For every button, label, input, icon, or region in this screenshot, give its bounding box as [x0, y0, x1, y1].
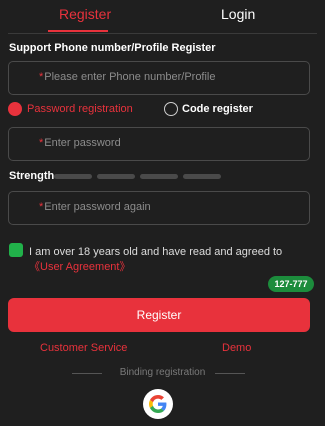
customer-service-link[interactable]: Customer Service — [40, 342, 127, 354]
code-register-label[interactable]: Code register — [182, 103, 253, 115]
tab-register[interactable]: Register — [59, 6, 111, 22]
strength-bar — [97, 174, 135, 179]
divider-line — [215, 373, 245, 374]
agreement-checkbox[interactable] — [9, 243, 23, 257]
required-star: * — [39, 201, 44, 213]
strength-bar — [54, 174, 92, 179]
password-input[interactable]: *Enter password — [8, 127, 310, 161]
password-again-placeholder: *Enter password again — [39, 201, 151, 213]
google-icon — [149, 395, 167, 413]
section-label: Support Phone number/Profile Register — [9, 42, 216, 54]
user-agreement-link[interactable]: 《User Agreement》 — [29, 261, 130, 273]
password-placeholder: *Enter password — [39, 137, 121, 149]
google-login-button[interactable] — [143, 389, 173, 419]
promo-badge[interactable]: 127-777 — [268, 276, 314, 292]
demo-link[interactable]: Demo — [222, 342, 251, 354]
tabs-divider — [8, 33, 317, 34]
required-star: * — [39, 137, 44, 149]
binding-registration-label: Binding registration — [119, 367, 206, 378]
phone-placeholder: *Please enter Phone number/Profile — [39, 71, 216, 83]
phone-input[interactable]: *Please enter Phone number/Profile — [8, 61, 310, 95]
strength-bar — [140, 174, 178, 179]
password-registration-label[interactable]: Password registration — [27, 103, 133, 115]
active-tab-indicator — [48, 30, 108, 32]
tab-login[interactable]: Login — [221, 6, 255, 22]
code-register-radio[interactable] — [164, 102, 178, 116]
register-button[interactable]: Register — [8, 298, 310, 332]
strength-bar — [183, 174, 221, 179]
auth-tabs: Register Login — [0, 0, 325, 34]
password-again-input[interactable]: *Enter password again — [8, 191, 310, 225]
registration-mode: Password registration Code register — [8, 102, 318, 120]
required-star: * — [39, 71, 44, 83]
password-registration-radio[interactable] — [8, 102, 22, 116]
agreement-text: I am over 18 years old and have read and… — [29, 246, 283, 273]
strength-label: Strength — [9, 170, 55, 182]
